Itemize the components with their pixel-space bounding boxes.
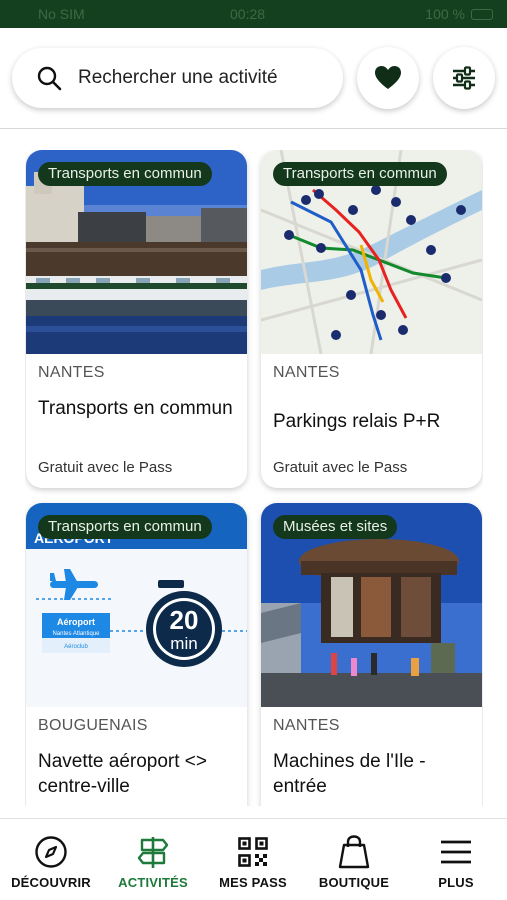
card-price: Gratuit avec le Pass (273, 459, 408, 476)
shopping-bag-icon (338, 835, 370, 869)
image-text-airport-2: Nantes Atlantique (52, 631, 100, 637)
image-text-20: 20 (170, 605, 199, 635)
battery-percent: 100 % (425, 6, 465, 22)
header-divider (0, 128, 507, 129)
activity-grid: Transports en commun NANTES Transports e… (25, 150, 483, 806)
card-city: NANTES (273, 717, 340, 734)
tab-activites[interactable]: ACTIVITÉS (108, 819, 198, 900)
category-tag: Transports en commun (38, 515, 212, 539)
activity-card-machines[interactable]: Musées et sites NANTES Machines de l'Ile… (261, 503, 482, 806)
tab-label: BOUTIQUE (318, 875, 390, 890)
category-tag: Transports en commun (38, 162, 212, 186)
activity-card-parkings[interactable]: Transports en commun NANTES Parkings rel… (261, 150, 482, 488)
image-text-airport-1: Aéroport (57, 617, 95, 627)
tab-label: MES PASS (219, 875, 287, 890)
search-icon (37, 66, 62, 91)
category-tag: Transports en commun (273, 162, 447, 186)
category-tag: Musées et sites (273, 515, 398, 539)
status-right: 100 % (425, 6, 493, 22)
menu-icon (441, 840, 471, 864)
card-price: Gratuit avec le Pass (38, 459, 173, 476)
tab-boutique[interactable]: BOUTIQUE (309, 819, 399, 900)
search-placeholder: Rechercher une activité (78, 67, 278, 88)
image-text-min: min (170, 634, 197, 653)
search-input[interactable]: Rechercher une activité (12, 48, 343, 108)
sliders-icon (453, 66, 475, 90)
card-title: Machines de l'Ile - entrée (273, 751, 426, 797)
battery-icon (471, 8, 493, 20)
clock: 00:28 (230, 6, 266, 22)
carrier-label: No SIM (38, 6, 85, 22)
card-title: Transports en commun (38, 398, 233, 419)
bottom-tab-bar: DÉCOUVRIR ACTIVITÉS MES PASS BOUTIQUE PL… (0, 818, 507, 900)
heart-icon (375, 66, 401, 89)
tab-label: DÉCOUVRIR (11, 875, 91, 890)
card-title: Navette aéroport <> centre-ville (38, 751, 207, 797)
favorites-button[interactable] (357, 47, 419, 109)
image-text-airport-3: Aéroclub (64, 644, 88, 650)
card-title: Parkings relais P+R (273, 411, 441, 432)
status-bar: No SIM 00:28 100 % (0, 0, 507, 28)
search-row: Rechercher une activité (12, 46, 495, 110)
activity-card-navette[interactable]: AEROPORT Aéroport Nantes Atlantique Aéro… (26, 503, 247, 806)
card-city: NANTES (38, 364, 105, 381)
tab-plus[interactable]: PLUS (411, 819, 501, 900)
tab-label: PLUS (438, 875, 474, 890)
compass-icon (35, 836, 67, 868)
card-city: NANTES (273, 364, 340, 381)
tab-mes-pass[interactable]: MES PASS (208, 819, 298, 900)
filter-button[interactable] (433, 47, 495, 109)
tab-decouvrir[interactable]: DÉCOUVRIR (6, 819, 96, 900)
card-city: BOUGUENAIS (38, 717, 148, 734)
tab-label: ACTIVITÉS (118, 875, 188, 890)
signpost-icon (137, 837, 169, 868)
qr-code-icon (238, 837, 268, 867)
activity-card-transports[interactable]: Transports en commun NANTES Transports e… (26, 150, 247, 488)
